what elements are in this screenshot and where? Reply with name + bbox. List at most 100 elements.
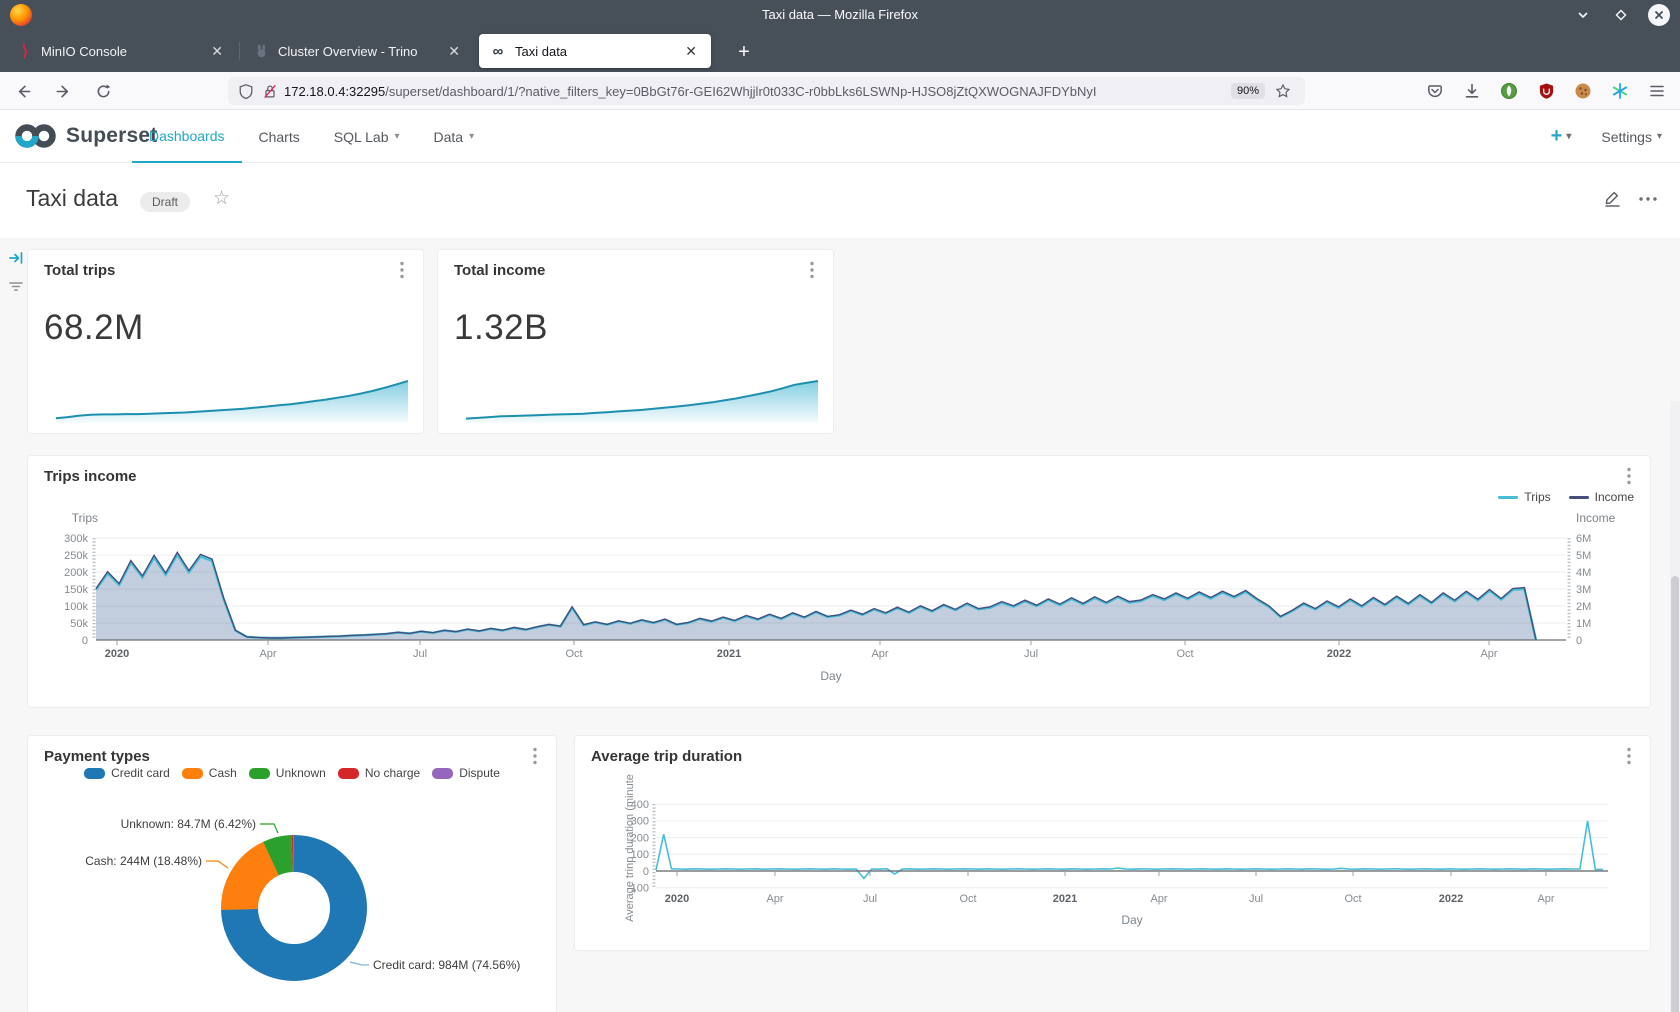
svg-text:2021: 2021 <box>717 648 741 660</box>
insecure-lock-icon[interactable] <box>260 81 280 101</box>
nav-item-label: SQL Lab <box>334 129 389 145</box>
expand-filter-bar-icon[interactable] <box>6 248 26 268</box>
svg-text:Jul: Jul <box>1249 893 1263 905</box>
maximize-icon[interactable] <box>1610 4 1632 26</box>
legend-swatch <box>84 768 105 779</box>
tab-close-icon[interactable]: ✕ <box>207 42 227 60</box>
superset-logo-icon <box>14 119 58 153</box>
dashboard-menu-ellipsis-icon[interactable] <box>1638 189 1658 213</box>
window-title: Taxi data — Mozilla Firefox <box>0 0 1680 30</box>
svg-text:Apr: Apr <box>766 893 783 905</box>
browser-tab-minio-console[interactable]: MinIO Console✕ <box>5 34 237 68</box>
nav-item-sql-lab[interactable]: SQL Lab ▾ <box>317 110 417 163</box>
edit-pencil-icon[interactable] <box>1603 189 1622 213</box>
browser-tab-cluster-overview-trino[interactable]: Cluster Overview - Trino✕ <box>242 34 474 68</box>
nav-item-charts[interactable]: Charts <box>242 110 317 163</box>
browser-toolbar: 172.18.0.4:32295/superset/dashboard/1/?n… <box>0 72 1680 110</box>
svg-text:Apr: Apr <box>1150 893 1167 905</box>
tab-strip: MinIO Console✕Cluster Overview - Trino✕∞… <box>0 30 1680 72</box>
legend-item-credit-card[interactable]: Credit card <box>84 766 170 780</box>
svg-text:5M: 5M <box>1576 550 1591 562</box>
kebab-menu-icon[interactable] <box>803 260 821 280</box>
svg-text:Oct: Oct <box>959 893 976 905</box>
svg-text:Jul: Jul <box>863 893 877 905</box>
total-income-value: 1.32B <box>454 308 548 348</box>
legend-item-unknown[interactable]: Unknown <box>249 766 326 780</box>
legend-swatch <box>432 768 453 779</box>
payment-types-legend: Credit card Cash Unknown No charge Dispute <box>28 766 556 780</box>
menu-icon[interactable] <box>1646 80 1668 102</box>
svg-text:Oct: Oct <box>565 648 582 660</box>
nav-item-data[interactable]: Data▾ <box>417 110 492 163</box>
reload-icon[interactable] <box>92 80 114 102</box>
url-path: /superset/dashboard/1/?native_filters_ke… <box>385 84 1096 99</box>
svg-text:Oct: Oct <box>1344 893 1361 905</box>
filter-funnel-icon[interactable] <box>6 276 26 296</box>
cookie-icon[interactable] <box>1572 80 1594 102</box>
svg-text:1M: 1M <box>1576 618 1591 630</box>
nav-item-label: Charts <box>259 129 300 145</box>
legend-swatch <box>249 768 270 779</box>
forward-icon[interactable] <box>52 80 74 102</box>
legend-label: Dispute <box>459 766 500 780</box>
legend-label: No charge <box>365 766 420 780</box>
bookmark-star-icon[interactable] <box>1273 81 1293 101</box>
browser-tab-taxi-data[interactable]: ∞Taxi data✕ <box>479 34 711 68</box>
new-dropdown-button[interactable]: +▾ <box>1551 125 1572 148</box>
collapsed-filter-bar <box>6 248 28 304</box>
url-bar[interactable]: 172.18.0.4:32295/superset/dashboard/1/?n… <box>228 77 1305 105</box>
avg-trip-duration-card: Average trip duration 4003002001000-100A… <box>574 735 1651 951</box>
kebab-menu-icon[interactable] <box>393 260 411 280</box>
page-scrollbar-thumb[interactable] <box>1671 576 1679 1012</box>
total-income-sparkline <box>466 377 818 423</box>
settings-menu[interactable]: Settings▾ <box>1601 129 1662 145</box>
legend-item-dispute[interactable]: Dispute <box>432 766 500 780</box>
superset-navbar: Superset DashboardsChartsSQL Lab▾Data▾ +… <box>0 110 1680 163</box>
svg-text:2022: 2022 <box>1439 893 1463 905</box>
tab-close-icon[interactable]: ✕ <box>444 42 464 60</box>
window-controls <box>1572 3 1670 27</box>
svg-text:Apr: Apr <box>1537 893 1554 905</box>
window-titlebar: Taxi data — Mozilla Firefox <box>0 0 1680 30</box>
tracking-shield-icon[interactable] <box>236 81 256 101</box>
svg-text:50k: 50k <box>70 618 88 630</box>
tab-close-icon[interactable]: ✕ <box>681 42 701 60</box>
legend-label: Cash <box>209 766 237 780</box>
svg-text:Apr: Apr <box>259 648 276 660</box>
legend-swatch <box>182 768 203 779</box>
svg-text:Apr: Apr <box>1480 648 1497 660</box>
svg-text:250k: 250k <box>64 550 88 562</box>
svg-text:Cash: 244M (18.48%): Cash: 244M (18.48%) <box>85 854 202 868</box>
ublock-icon[interactable] <box>1535 80 1557 102</box>
legend-item-cash[interactable]: Cash <box>182 766 237 780</box>
legend-swatch <box>338 768 359 779</box>
svg-text:100k: 100k <box>64 601 88 613</box>
caret-down-icon: ▾ <box>1657 131 1662 142</box>
dashboard-body: Total trips 68.2M Total income 1.32B Tri… <box>0 238 1680 1012</box>
favorite-star-icon[interactable]: ☆ <box>213 187 230 210</box>
svg-text:2020: 2020 <box>105 648 129 660</box>
svg-text:Credit card: 984M (74.56%): Credit card: 984M (74.56%) <box>373 958 520 972</box>
svg-text:2020: 2020 <box>665 893 689 905</box>
dashboard-header: Taxi data Draft ☆ <box>0 163 1680 238</box>
legend-item-no-charge[interactable]: No charge <box>338 766 420 780</box>
caret-down-icon: ▾ <box>394 131 399 142</box>
back-icon[interactable] <box>12 80 34 102</box>
close-icon[interactable] <box>1648 4 1670 26</box>
tab-label: Taxi data <box>515 44 673 59</box>
svg-text:300k: 300k <box>64 533 88 545</box>
svg-text:6M: 6M <box>1576 533 1591 545</box>
kebab-menu-icon[interactable] <box>526 746 544 766</box>
svg-text:Apr: Apr <box>871 648 888 660</box>
containers-icon[interactable] <box>1609 80 1631 102</box>
url-text[interactable]: 172.18.0.4:32295/superset/dashboard/1/?n… <box>284 84 1223 99</box>
pocket-icon[interactable] <box>1424 80 1446 102</box>
zoom-level-badge[interactable]: 90% <box>1231 83 1265 99</box>
page-scrollbar-track[interactable] <box>1670 401 1680 1012</box>
minimize-icon[interactable] <box>1572 4 1594 26</box>
nav-item-label: Dashboards <box>149 128 225 144</box>
download-icon[interactable] <box>1461 80 1483 102</box>
new-tab-button[interactable]: + <box>730 38 758 66</box>
privacy-badger-icon[interactable] <box>1498 80 1520 102</box>
nav-item-dashboards[interactable]: Dashboards <box>132 110 242 163</box>
